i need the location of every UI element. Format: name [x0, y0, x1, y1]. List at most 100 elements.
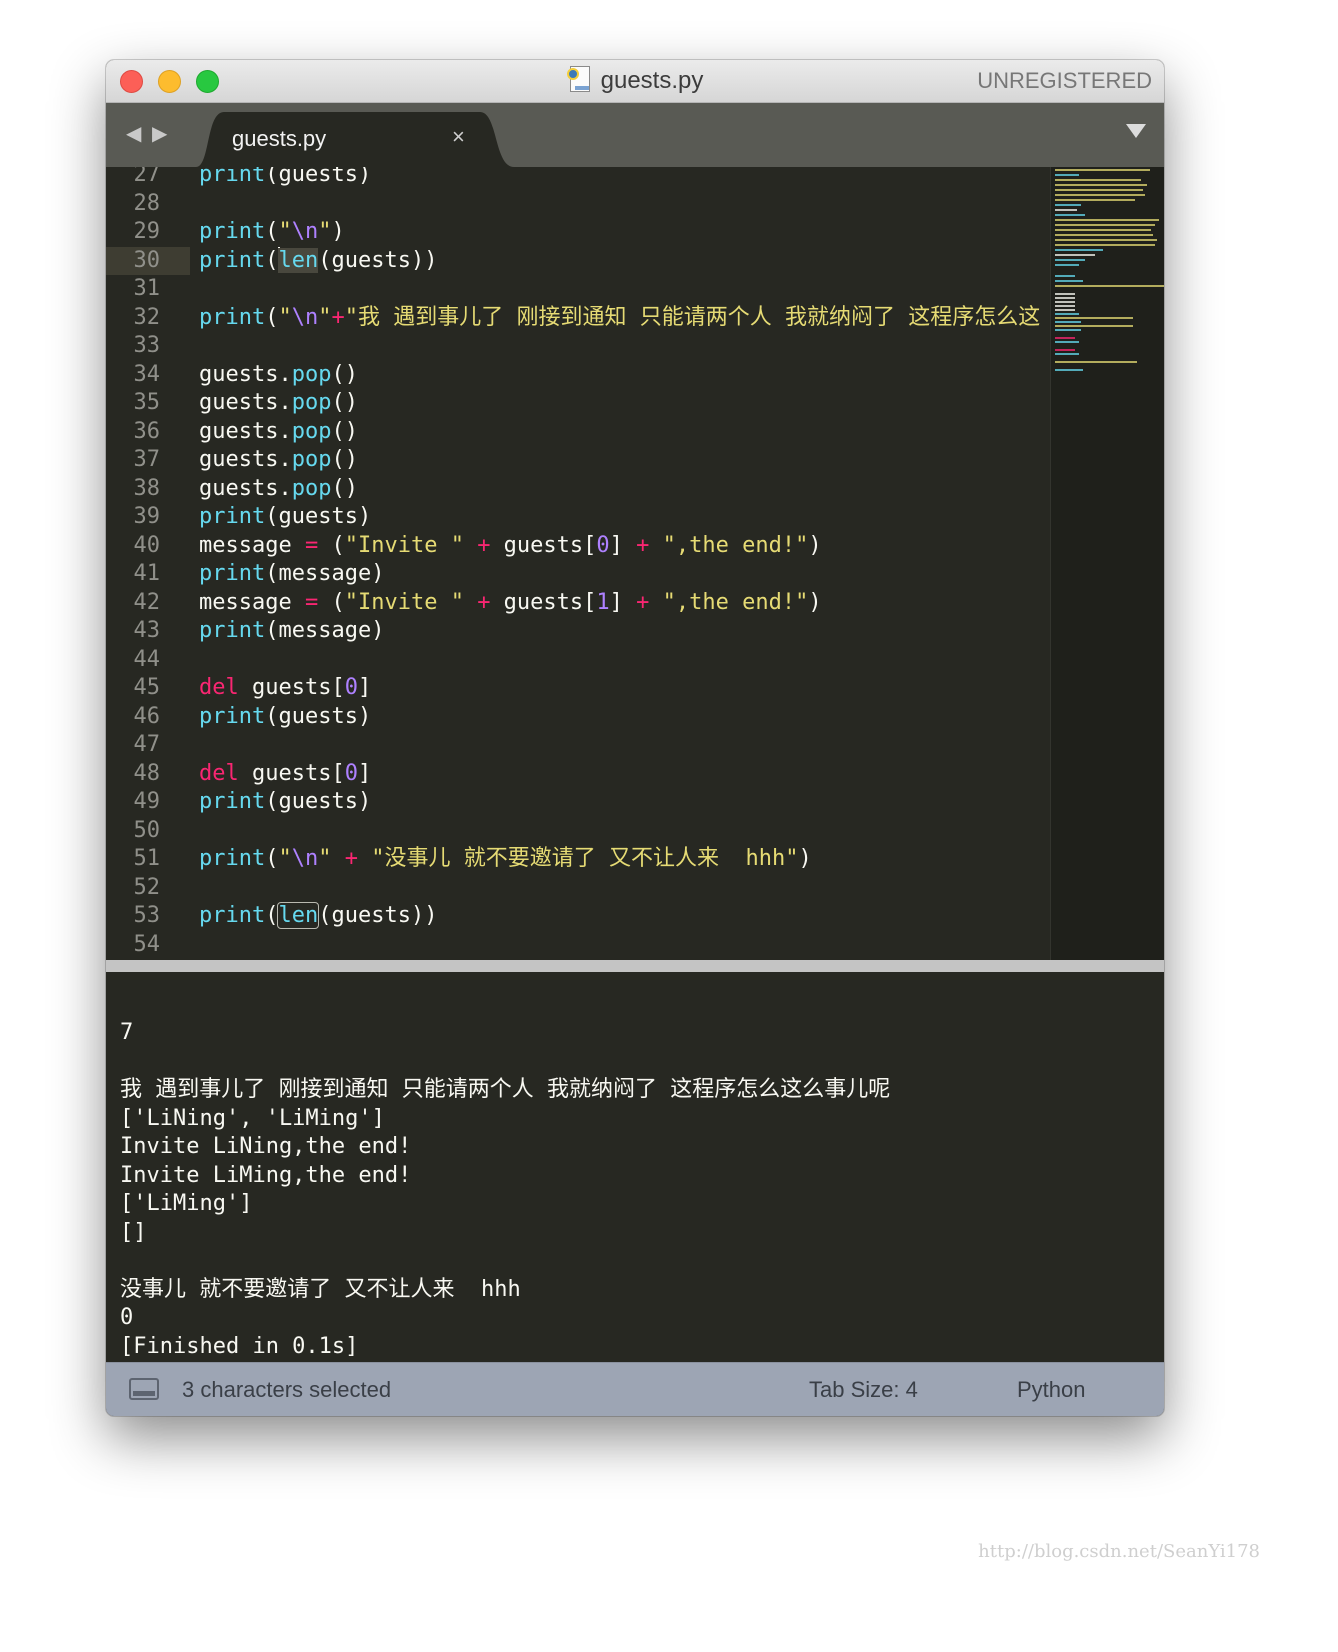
code-line: 54: [106, 931, 1051, 960]
minimap-line: [1055, 259, 1085, 261]
line-number: 33: [133, 333, 161, 358]
panel-divider[interactable]: [106, 960, 1164, 972]
code-line: 34 guests.pop(): [106, 361, 1051, 390]
code-line: 39 print(guests): [106, 503, 1051, 532]
line-number: 31: [133, 276, 161, 301]
console-panel-icon[interactable]: [129, 1378, 159, 1400]
title-bar[interactable]: guests.py UNREGISTERED: [106, 60, 1164, 103]
code-editor[interactable]: 27 print(guests) 28 29 print("\n") 30 pr…: [106, 167, 1164, 960]
window-title-text: guests.py: [600, 67, 704, 94]
line-number: 41: [133, 561, 161, 586]
minimap-line: [1055, 199, 1135, 201]
minimap-line: [1055, 341, 1079, 343]
code-line: 40 message = ("Invite " + guests[0] + ",…: [106, 532, 1051, 561]
line-number: 46: [133, 703, 161, 729]
minimap-line: [1055, 309, 1075, 311]
tab-label: guests.py: [232, 126, 327, 151]
code-line: 27 print(guests): [106, 167, 1051, 190]
minimap-line: [1055, 224, 1155, 226]
minimap-line: [1055, 280, 1083, 282]
minimap-line: [1055, 254, 1095, 256]
code-text: print(len(guests)): [199, 902, 438, 929]
code-text: guests.pop(): [199, 390, 358, 415]
line-number: 35: [133, 390, 161, 415]
selected-text: len: [278, 247, 319, 273]
minimap-line: [1055, 275, 1075, 277]
code-text: print(message): [199, 618, 385, 643]
string-literal: ,the end!: [675, 589, 796, 615]
line-number: 44: [133, 646, 161, 672]
line-number: 29: [133, 219, 161, 244]
tab-size-status[interactable]: Tab Size: 4: [809, 1363, 918, 1416]
minimap-line: [1055, 194, 1145, 196]
code-line: 37 guests.pop(): [106, 446, 1051, 475]
line-number: 52: [133, 874, 161, 900]
minimap-line: [1055, 321, 1081, 323]
minimap-line: [1055, 169, 1150, 171]
watermark: http://blog.csdn.net/SeanYi178: [978, 1541, 1260, 1562]
output-line: Invite LiMing,the end!: [120, 1162, 412, 1188]
line-number: 50: [133, 817, 161, 843]
code-text: guests.pop(): [199, 475, 358, 501]
code-line: 35 guests.pop(): [106, 389, 1051, 418]
code-line: 52: [106, 874, 1051, 903]
code-line: 42 message = ("Invite " + guests[1] + ",…: [106, 589, 1051, 618]
tab-back-icon[interactable]: ◀: [126, 123, 141, 145]
line-number: 39: [133, 504, 161, 529]
line-number: 48: [133, 760, 161, 786]
tab-guests-py[interactable]: guests.py ×: [196, 112, 526, 167]
minimap-line: [1055, 293, 1075, 295]
code-line-current: 30 print(len(guests)): [106, 246, 1051, 275]
line-number: 38: [133, 475, 161, 501]
output-line: 没事儿 就不要邀请了 又不让人来 hhh: [120, 1276, 521, 1302]
minimap-line: [1055, 184, 1147, 186]
line-number: 30: [106, 246, 190, 275]
minimap[interactable]: [1050, 167, 1164, 960]
python-file-icon: [566, 65, 593, 93]
tab-list-dropdown-icon[interactable]: [1126, 124, 1146, 138]
line-number: 51: [133, 846, 161, 871]
code-line: 29 print("\n"): [106, 218, 1051, 247]
line-number: 28: [133, 190, 161, 216]
minimap-line: [1055, 329, 1081, 331]
minimap-line: [1055, 239, 1157, 241]
minimap-line: [1055, 249, 1103, 251]
tab-close-icon[interactable]: ×: [452, 124, 465, 150]
output-line: Invite LiNing,the end!: [120, 1134, 412, 1159]
code-line: 36 guests.pop(): [106, 418, 1051, 447]
code-text: print(len(guests)): [199, 246, 438, 273]
code-text: message = ("Invite " + guests[1] + ",the…: [199, 589, 822, 615]
string-literal: Invite: [357, 589, 451, 615]
code-line: 43 print(message): [106, 617, 1051, 646]
cjk-string: 我 遇到事儿了 刚接到通知 只能请两个人 我就纳闷了 这程序怎么这: [357, 304, 1041, 330]
line-number: 36: [133, 418, 161, 444]
line-number: 37: [133, 447, 161, 472]
code-line: 31: [106, 275, 1051, 304]
output-line: 7: [120, 1020, 134, 1045]
minimap-line: [1055, 264, 1079, 266]
code-line: 41 print(message): [106, 560, 1051, 589]
line-number: 53: [133, 903, 161, 928]
code-line: 48 del guests[0]: [106, 760, 1051, 789]
line-number: 54: [133, 931, 161, 957]
minimap-line: [1055, 219, 1159, 221]
minimap-line: [1055, 349, 1075, 351]
line-number: 40: [133, 532, 161, 558]
line-number: 49: [133, 789, 161, 814]
code-line: 45 del guests[0]: [106, 674, 1051, 703]
string-literal: ,the end!: [675, 532, 796, 558]
code-text: guests.pop(): [199, 447, 358, 472]
tab-forward-icon[interactable]: ▶: [152, 123, 167, 145]
code-line: 53 print(len(guests)): [106, 902, 1051, 931]
bracket-match-highlight: len: [277, 902, 320, 929]
selection-status: 3 characters selected: [182, 1377, 392, 1402]
minimap-line: [1055, 285, 1164, 287]
syntax-status[interactable]: Python: [1017, 1363, 1086, 1416]
output-line: [Finished in 0.1s]: [120, 1333, 359, 1359]
unregistered-label: UNREGISTERED: [977, 68, 1152, 93]
minimap-line: [1055, 234, 1153, 236]
code-line: 49 print(guests): [106, 788, 1051, 817]
line-number: 42: [133, 589, 161, 615]
code-line: 44: [106, 646, 1051, 675]
code-text: print(guests): [199, 789, 372, 814]
